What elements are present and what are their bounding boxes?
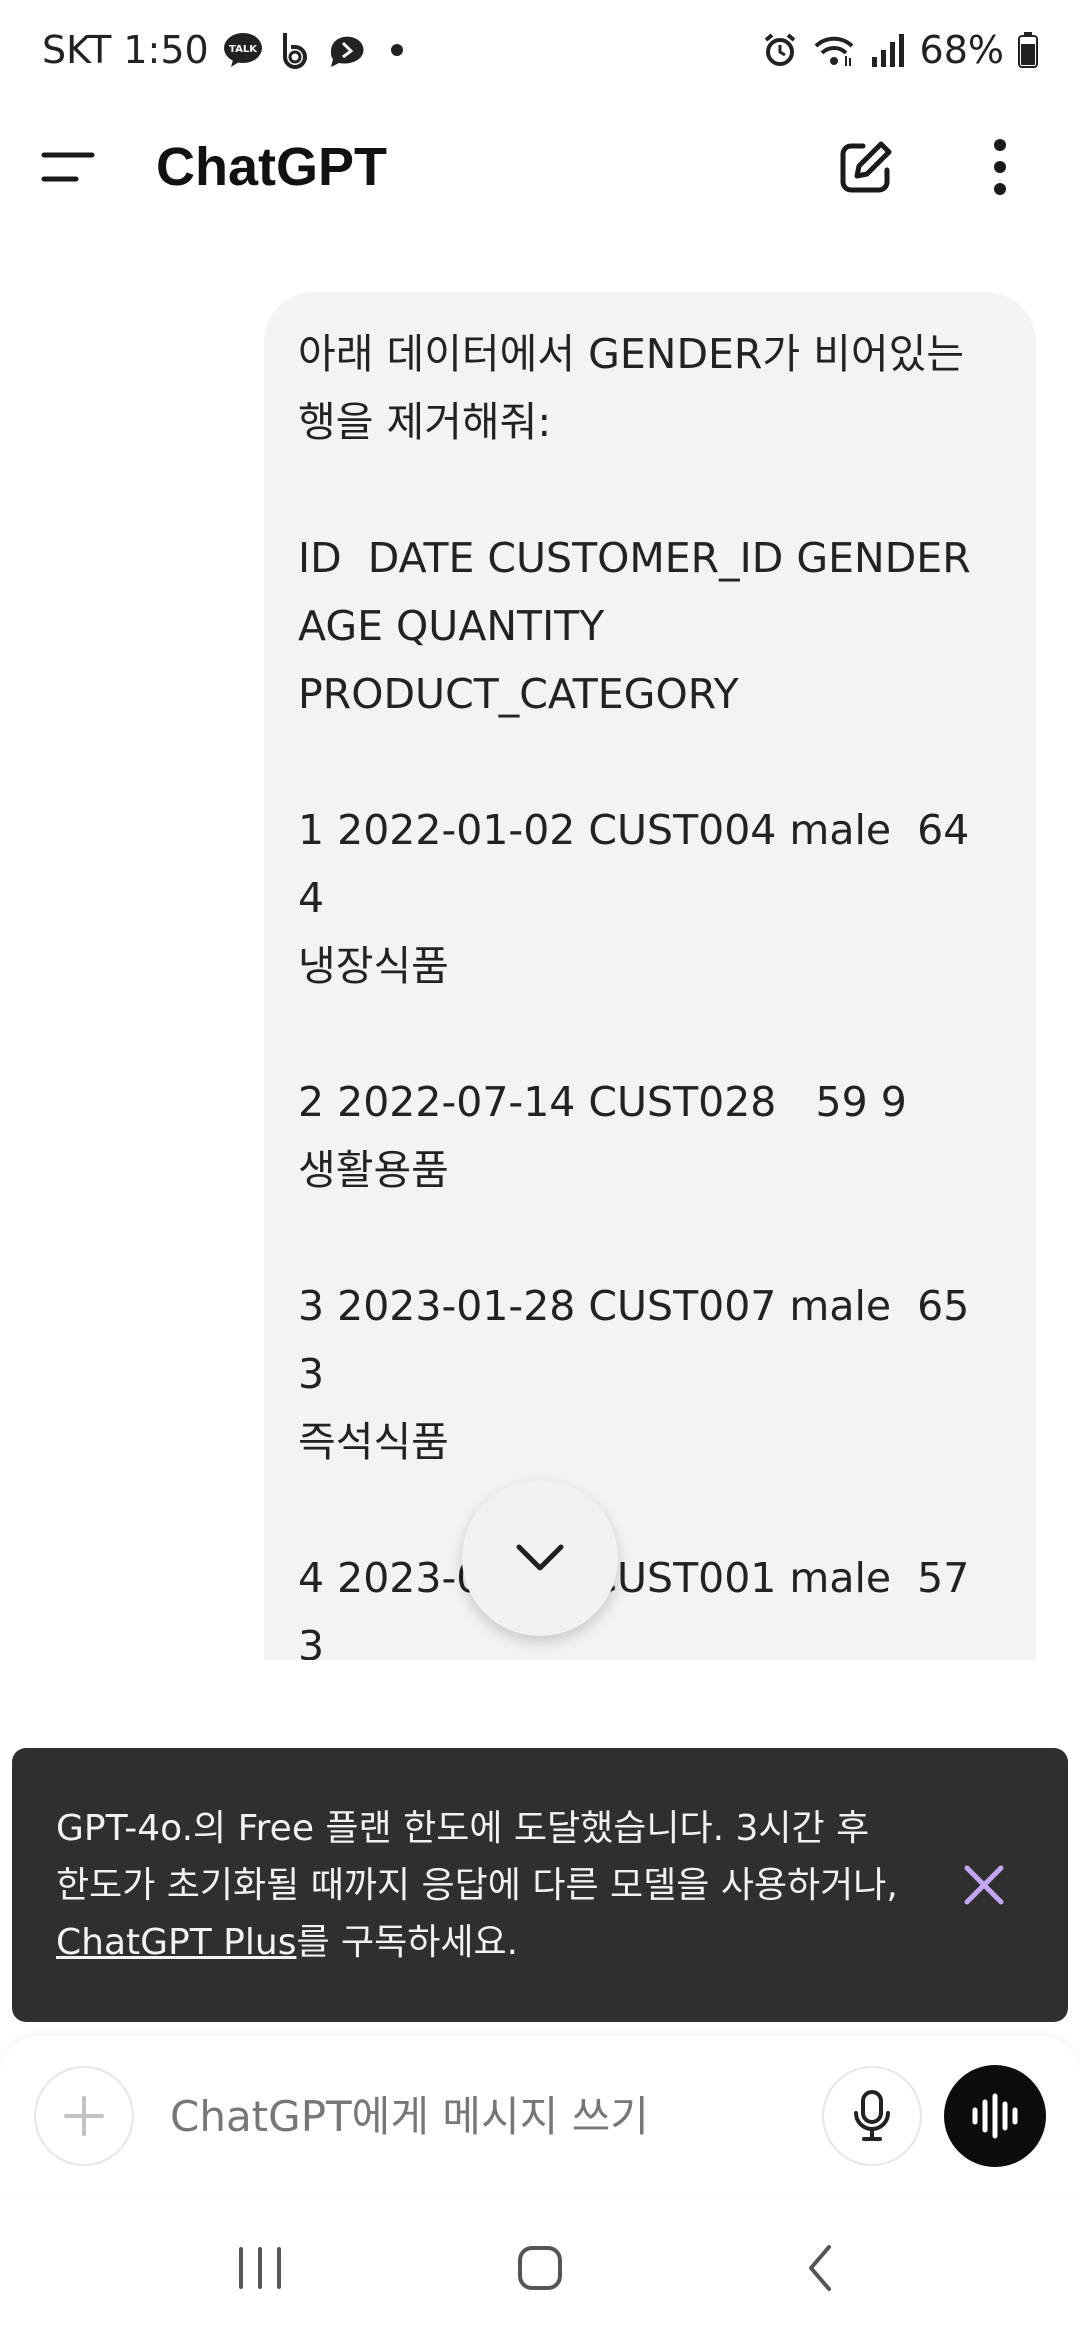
app-bar: ChatGPT: [0, 100, 1080, 234]
app-actions: [826, 127, 1040, 207]
status-left: SKT 1:50 TALK: [42, 28, 403, 72]
more-vert-icon: [994, 139, 1006, 195]
close-icon: [964, 1865, 1004, 1905]
voice-mode-button[interactable]: [944, 2065, 1046, 2167]
menu-icon: [41, 152, 95, 182]
new-chat-button[interactable]: [826, 127, 906, 207]
back-button[interactable]: [770, 2218, 870, 2318]
microphone-icon: [854, 2090, 890, 2141]
dictate-button[interactable]: [822, 2066, 922, 2166]
menu-button[interactable]: [40, 127, 120, 207]
status-bar: SKT 1:50 TALK 68%: [0, 0, 1080, 100]
more-notifications-dot: [390, 44, 403, 56]
new-chat-icon: [840, 141, 892, 193]
plus-icon: [64, 2096, 104, 2136]
composer: [0, 2036, 1080, 2196]
snackbar-text-before: GPT-4o.의 Free 플랜 한도에 도달했습니다. 3시간 후 한도가 초…: [56, 1807, 898, 1906]
attach-button[interactable]: [34, 2066, 134, 2166]
scroll-to-bottom-button[interactable]: [462, 1480, 618, 1636]
home-button[interactable]: [490, 2218, 590, 2318]
snackbar-text-after: 를 구독하세요.: [296, 1921, 519, 1963]
system-nav-bar: [0, 2196, 1080, 2340]
message-input[interactable]: [134, 2066, 822, 2166]
voice-waveform-icon: [972, 2093, 1018, 2139]
snackbar-close-button[interactable]: [944, 1845, 1024, 1925]
carrier-time: SKT 1:50: [42, 28, 209, 72]
battery-percent: 68%: [919, 28, 1004, 72]
app-title: ChatGPT: [156, 137, 388, 197]
signal-icon: [870, 33, 906, 67]
chatgpt-plus-link[interactable]: ChatGPT Plus: [56, 1922, 296, 1963]
recent-apps-icon: [239, 2247, 281, 2289]
notification-icon: [327, 33, 367, 67]
band-icon: [277, 31, 313, 69]
wifi-icon: [812, 32, 856, 68]
user-message-bubble[interactable]: 아래 데이터에서 GENDER가 비어있는 행을 제거해줘: ID DATE C…: [264, 292, 1036, 1660]
status-right: 68%: [762, 28, 1038, 72]
limit-reached-snackbar: GPT-4o.의 Free 플랜 한도에 도달했습니다. 3시간 후 한도가 초…: [12, 1748, 1068, 2022]
svg-text:TALK: TALK: [229, 44, 258, 55]
back-icon: [809, 2245, 831, 2291]
alarm-icon: [762, 32, 798, 68]
recent-apps-button[interactable]: [210, 2218, 310, 2318]
chevron-down-icon: [516, 1544, 564, 1571]
kakaotalk-icon: TALK: [223, 32, 263, 68]
more-options-button[interactable]: [960, 127, 1040, 207]
chat-area[interactable]: 아래 데이터에서 GENDER가 비어있는 행을 제거해줘: ID DATE C…: [0, 234, 1080, 1660]
home-icon: [518, 2246, 562, 2290]
battery-icon: [1018, 32, 1038, 68]
snackbar-message: GPT-4o.의 Free 플랜 한도에 도달했습니다. 3시간 후 한도가 초…: [56, 1800, 904, 1971]
